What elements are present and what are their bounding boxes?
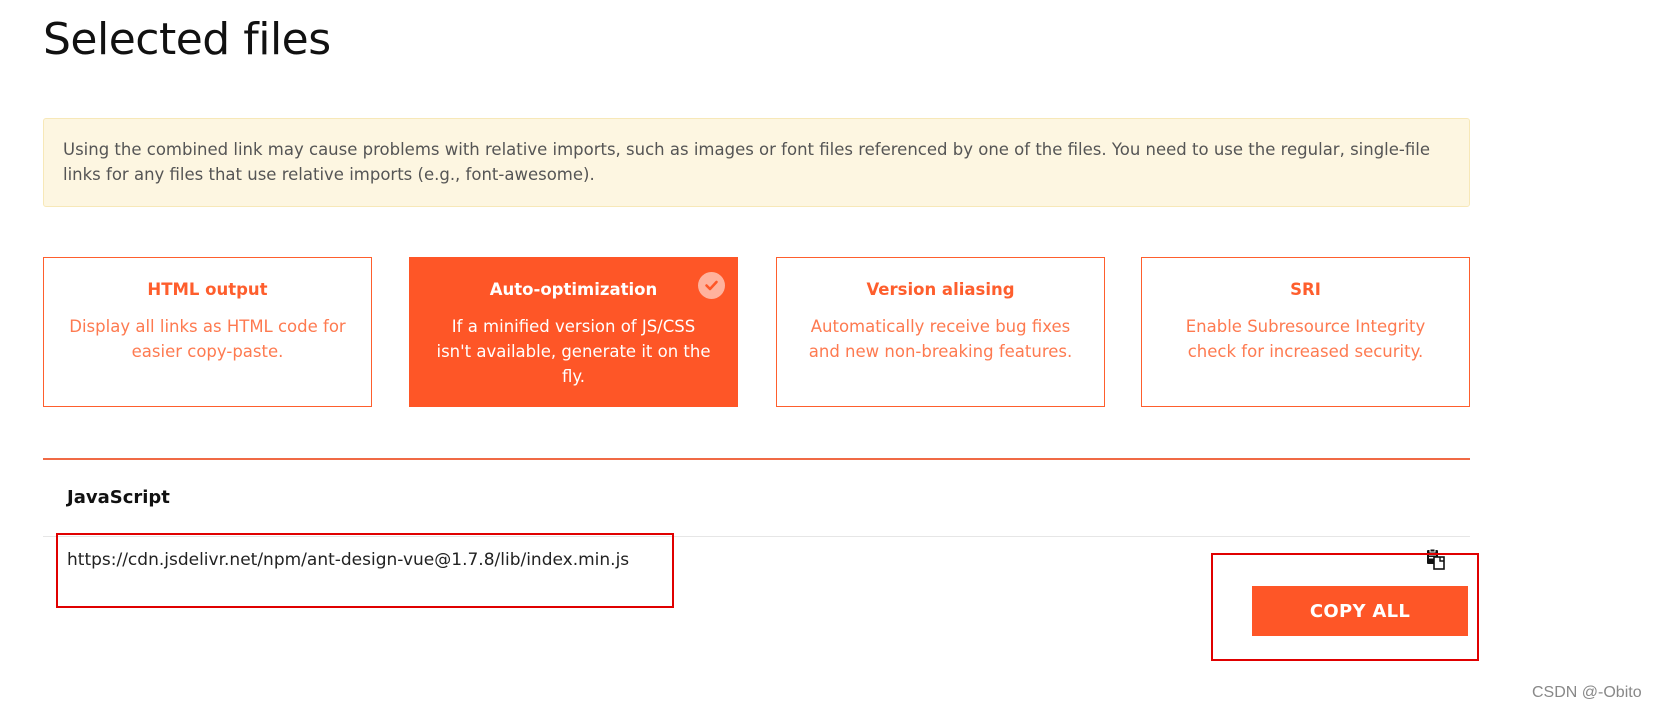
page: Selected files Using the combined link m… <box>0 0 1670 711</box>
copy-all-button[interactable]: COPY ALL <box>1252 586 1468 636</box>
option-title: HTML output <box>147 280 268 299</box>
option-version-aliasing[interactable]: Version aliasing Automatically receive b… <box>776 257 1105 407</box>
section-divider <box>43 458 1470 460</box>
option-html-output[interactable]: HTML output Display all links as HTML co… <box>43 257 372 407</box>
watermark: CSDN @-Obito <box>1532 684 1642 701</box>
annotation-highlight-link <box>56 533 674 608</box>
options-row: HTML output Display all links as HTML co… <box>43 257 1470 407</box>
option-description: If a minified version of JS/CSS isn't av… <box>436 317 711 386</box>
option-sri[interactable]: SRI Enable Subresource Integrity check f… <box>1141 257 1470 407</box>
option-title: Auto-optimization <box>489 280 658 299</box>
option-description: Enable Subresource Integrity check for i… <box>1185 317 1426 361</box>
option-title: Version aliasing <box>866 280 1015 299</box>
notice-banner: Using the combined link may cause proble… <box>43 118 1470 207</box>
file-link[interactable]: https://cdn.jsdelivr.net/npm/ant-design-… <box>67 550 629 570</box>
check-circle-icon <box>698 272 725 299</box>
page-title: Selected files <box>43 14 331 65</box>
option-title: SRI <box>1290 280 1321 299</box>
section-label-javascript: JavaScript <box>67 487 170 508</box>
option-auto-optimization[interactable]: Auto-optimization If a minified version … <box>409 257 738 407</box>
option-description: Display all links as HTML code for easie… <box>69 317 346 361</box>
option-description: Automatically receive bug fixes and new … <box>808 317 1073 361</box>
